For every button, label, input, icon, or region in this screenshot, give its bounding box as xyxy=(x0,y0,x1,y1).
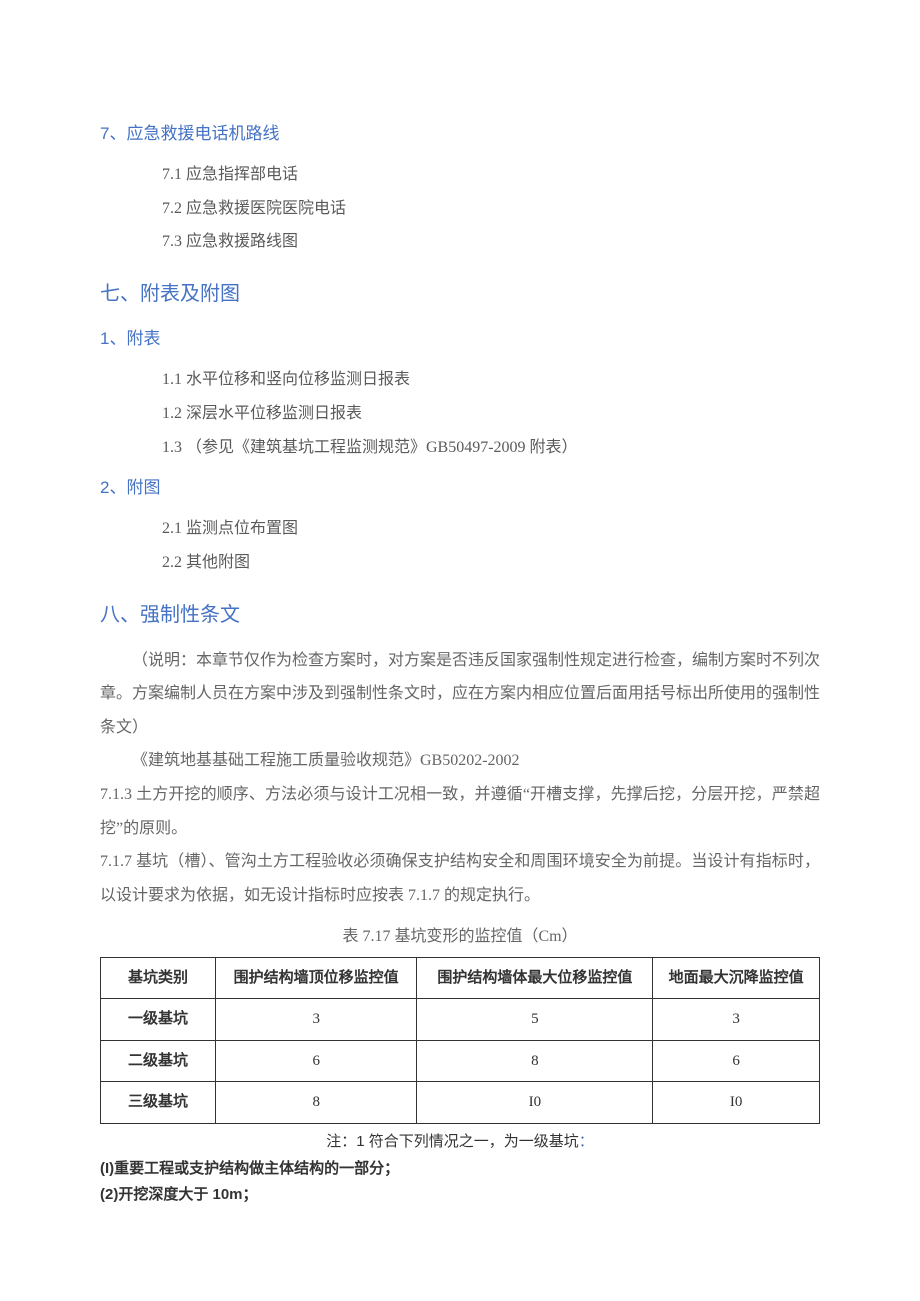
chapter-8-ref: 《建筑地基基础工程施工质量验收规范》GB50202-2002 xyxy=(100,744,820,778)
section-7-heading: 7、应急救援电话机路线 xyxy=(100,118,820,150)
table-note-colon: ： xyxy=(579,1133,594,1150)
appendix-tables-item-3: 1.3 （参见《建筑基坑工程监测规范》GB50497-2009 附表） xyxy=(100,431,820,465)
cell-r1c2: 3 xyxy=(216,999,417,1041)
cell-r1c3: 5 xyxy=(417,999,653,1041)
appendix-tables-heading: 1、附表 xyxy=(100,323,820,355)
th-wall-top: 围护结构墙顶位移监控值 xyxy=(216,957,417,999)
table-row: 三级基坑 8 I0 I0 xyxy=(101,1082,820,1124)
appendix-tables-item-1: 1.1 水平位移和竖向位移监测日报表 xyxy=(100,363,820,397)
cell-r1c4: 3 xyxy=(653,999,820,1041)
cell-r2c3: 8 xyxy=(417,1040,653,1082)
appendix-tables-title: 附表 xyxy=(126,329,160,348)
th-wall-max: 围护结构墙体最大位移监控值 xyxy=(417,957,653,999)
monitoring-table: 基坑类别 围护结构墙顶位移监控值 围护结构墙体最大位移监控值 地面最大沉降监控值… xyxy=(100,957,820,1124)
appendix-figures-title: 附图 xyxy=(126,478,160,497)
section-7-item-3: 7.3 应急救援路线图 xyxy=(100,225,820,259)
section-7-title: 应急救援电话机路线 xyxy=(126,124,279,143)
appendix-tables-sep: 、 xyxy=(109,329,126,348)
footnote-2: (2)开挖深度大于 10m； xyxy=(100,1182,820,1208)
section-7-item-1: 7.1 应急指挥部电话 xyxy=(100,158,820,192)
appendix-figures-sep: 、 xyxy=(109,478,126,497)
section-7-sep: 、 xyxy=(109,124,126,143)
appendix-figures-heading: 2、附图 xyxy=(100,472,820,504)
cell-r2c4: 6 xyxy=(653,1040,820,1082)
cell-r3c2: 8 xyxy=(216,1082,417,1124)
table-note-label: 注：1 符合下列情况之一，为一级基坑 xyxy=(326,1133,579,1150)
clause-713: 7.1.3 土方开挖的顺序、方法必须与设计工况相一致，并遵循“开槽支撑，先撑后挖… xyxy=(100,778,820,845)
cell-r2c1: 二级基坑 xyxy=(101,1040,216,1082)
th-ground-settle: 地面最大沉降监控值 xyxy=(653,957,820,999)
chapter-8-note: （说明：本章节仅作为检查方案时，对方案是否违反国家强制性规定进行检查，编制方案时… xyxy=(100,644,820,745)
chapter-8-heading: 八、强制性条文 xyxy=(100,596,820,634)
th-category: 基坑类别 xyxy=(101,957,216,999)
clause-717: 7.1.7 基坑（槽）、管沟土方工程验收必须确保支护结构安全和周围环境安全为前提… xyxy=(100,845,820,912)
appendix-figures-item-2: 2.2 其他附图 xyxy=(100,546,820,580)
footnote-1: (I)重要工程或支护结构做主体结构的一部分； xyxy=(100,1156,820,1182)
cell-r3c1: 三级基坑 xyxy=(101,1082,216,1124)
table-row: 一级基坑 3 5 3 xyxy=(101,999,820,1041)
cell-r3c4: I0 xyxy=(653,1082,820,1124)
appendix-figures-item-1: 2.1 监测点位布置图 xyxy=(100,512,820,546)
table-header-row: 基坑类别 围护结构墙顶位移监控值 围护结构墙体最大位移监控值 地面最大沉降监控值 xyxy=(101,957,820,999)
cell-r1c1: 一级基坑 xyxy=(101,999,216,1041)
chapter-7-heading: 七、附表及附图 xyxy=(100,275,820,313)
section-7-item-2: 7.2 应急救援医院医院电话 xyxy=(100,192,820,226)
cell-r2c2: 6 xyxy=(216,1040,417,1082)
appendix-tables-item-2: 1.2 深层水平位移监测日报表 xyxy=(100,397,820,431)
table-caption: 表 7.17 基坑变形的监控值（Cm） xyxy=(100,922,820,952)
cell-r3c3: I0 xyxy=(417,1082,653,1124)
table-note: 注：1 符合下列情况之一，为一级基坑： xyxy=(100,1128,820,1157)
table-row: 二级基坑 6 8 6 xyxy=(101,1040,820,1082)
